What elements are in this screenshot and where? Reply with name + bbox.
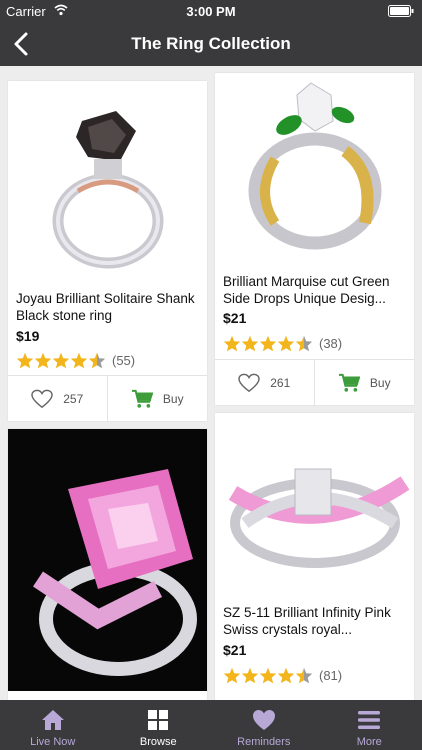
product-price: $21 [223, 642, 247, 658]
star-icon [223, 667, 241, 683]
product-name[interactable]: Brilliant Marquise cut Green Side Drops … [223, 273, 408, 307]
tab-live-now[interactable]: Live Now [0, 700, 106, 750]
tab-label: Reminders [237, 736, 291, 748]
tab-browse[interactable]: Browse [106, 700, 212, 750]
star-icon [241, 335, 259, 351]
tab-label: Live Now [30, 736, 76, 748]
card-actions: 257 Buy [8, 375, 207, 422]
page-title: The Ring Collection [131, 34, 291, 53]
product-image-pink-infinity-ring[interactable] [215, 413, 414, 593]
tab-label: More [356, 736, 382, 748]
buy-button[interactable]: Buy [315, 360, 415, 406]
half-star-icon [88, 352, 106, 368]
status-bar: Carrier 3:00 PM [0, 0, 422, 22]
star-icon [277, 667, 295, 683]
star-icon [70, 352, 88, 368]
product-rating: (81) [223, 666, 342, 684]
product-name[interactable]: SZ 5-11 Brilliant Infinity Pink Swiss cr… [223, 604, 408, 638]
like-button[interactable]: 261 [215, 360, 315, 406]
star-icon [16, 352, 34, 368]
buy-button[interactable]: Buy [108, 376, 208, 422]
review-count: (38) [319, 335, 343, 351]
tab-label: Browse [139, 736, 177, 748]
heart-outline-icon [31, 389, 53, 409]
half-star-icon [295, 667, 313, 683]
star-icon [34, 352, 52, 368]
tab-more[interactable]: More [317, 700, 422, 750]
heart-outline-icon [238, 373, 260, 393]
star-icon [277, 335, 295, 351]
product-image-pink-stone-ring[interactable] [8, 429, 207, 691]
tab-reminders[interactable]: Reminders [211, 700, 317, 750]
half-star-icon [295, 335, 313, 351]
star-icon [223, 335, 241, 351]
tab-bar: Live Now Browse Reminders More [0, 700, 422, 750]
product-name[interactable]: Joyau Brilliant Solitaire Shank Black st… [16, 290, 201, 324]
product-card[interactable]: Joyau Brilliant Solitaire Shank Black st… [8, 81, 207, 422]
star-rating [223, 335, 313, 352]
menu-icon [358, 711, 381, 729]
product-card[interactable]: Brilliant Marquise cut Green Side Drops … [215, 73, 414, 406]
product-card[interactable] [8, 429, 207, 700]
review-count: (55) [112, 352, 136, 368]
battery-icon [388, 5, 414, 17]
star-icon [259, 335, 277, 351]
review-count: (81) [319, 667, 343, 683]
card-actions: 261 Buy [215, 359, 414, 406]
shopping-cart-icon [131, 389, 153, 408]
star-rating [16, 352, 106, 369]
product-grid[interactable]: Joyau Brilliant Solitaire Shank Black st… [0, 66, 422, 700]
star-icon [52, 352, 70, 368]
like-button[interactable]: 257 [8, 376, 108, 422]
like-count: 257 [63, 392, 84, 406]
grid-icon [148, 710, 169, 730]
product-price: $21 [223, 310, 247, 326]
like-count: 261 [270, 376, 291, 390]
buy-label: Buy [369, 376, 391, 390]
heart-icon [252, 710, 275, 730]
clock: 3:00 PM [186, 4, 236, 19]
product-image-black-stone-ring[interactable] [8, 81, 207, 281]
product-image-marquise-green-ring[interactable] [215, 73, 414, 265]
star-icon [241, 667, 259, 683]
navigation-bar: The Ring Collection [0, 22, 422, 66]
star-icon [259, 667, 277, 683]
product-card[interactable]: SZ 5-11 Brilliant Infinity Pink Swiss cr… [215, 413, 414, 700]
product-rating: (38) [223, 334, 342, 352]
product-rating: (55) [16, 351, 135, 369]
shopping-cart-icon [338, 373, 360, 392]
buy-label: Buy [162, 392, 184, 406]
star-rating [223, 667, 313, 684]
product-price: $19 [16, 328, 40, 344]
house-icon [41, 710, 64, 730]
